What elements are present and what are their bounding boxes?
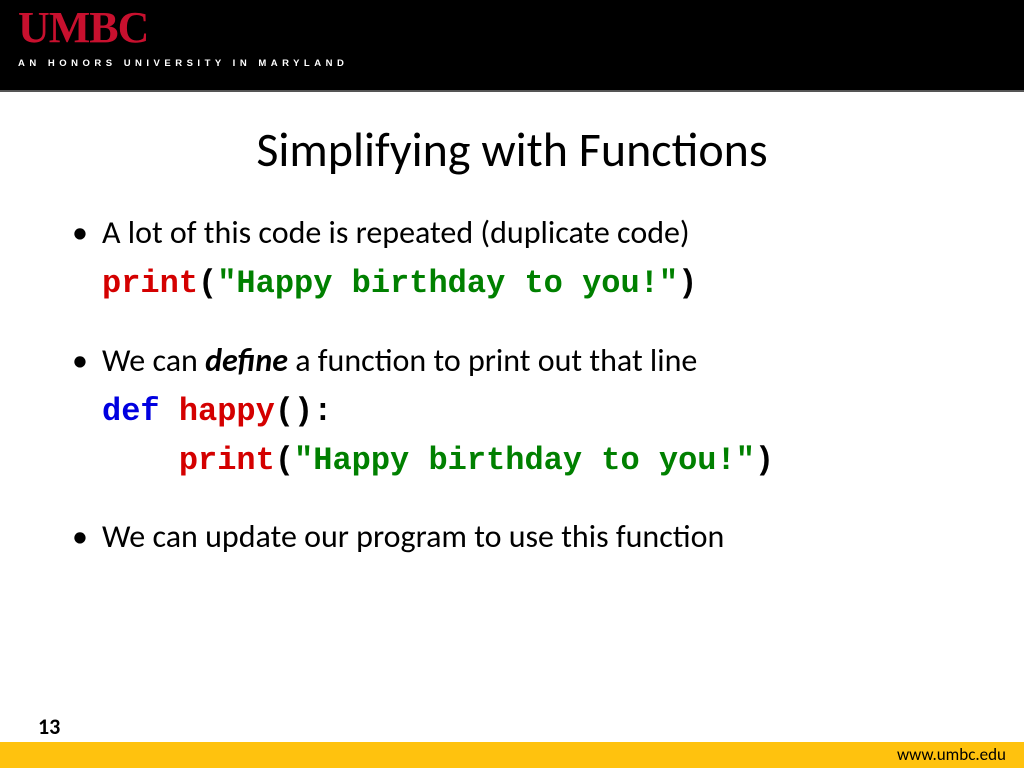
string-literal: "Happy birthday to you!" (217, 265, 678, 302)
keyword-def: def (102, 393, 160, 430)
bullet-item-3: We can update our program to use this fu… (58, 517, 966, 558)
code-line-2: def happy(): (102, 390, 966, 435)
bullet-text: a function to print out that line (288, 341, 697, 380)
bullet-item-1: A lot of this code is repeated (duplicat… (58, 213, 966, 254)
keyword-print: print (179, 442, 275, 479)
indent (102, 442, 179, 479)
logo-main: UMBC (18, 6, 348, 50)
string-literal: "Happy birthday to you!" (294, 442, 755, 479)
code-line-3: print("Happy birthday to you!") (102, 439, 966, 484)
paren-open: ( (198, 265, 217, 302)
keyword-print: print (102, 265, 198, 302)
slide-content: Simplifying with Functions A lot of this… (0, 92, 1024, 768)
function-name: happy (179, 393, 275, 430)
paren-close: ) (678, 265, 697, 302)
paren-close: ) (755, 442, 774, 479)
bullet-item-2: We can define a function to print out th… (58, 341, 966, 382)
page-number: 13 (38, 713, 60, 740)
bullet-emphasis: define (205, 341, 288, 380)
bullet-list: We can define a function to print out th… (58, 341, 966, 382)
logo-block: UMBC AN HONORS UNIVERSITY IN MARYLAND (18, 6, 348, 69)
space (160, 393, 179, 430)
fn-sig-end: (): (275, 393, 333, 430)
bullet-list: We can update our program to use this fu… (58, 517, 966, 558)
slide-title: Simplifying with Functions (58, 120, 966, 179)
bullet-list: A lot of this code is repeated (duplicat… (58, 213, 966, 254)
bullet-text: We can (102, 341, 205, 380)
header-bar: UMBC AN HONORS UNIVERSITY IN MARYLAND (0, 0, 1024, 92)
paren-open: ( (275, 442, 294, 479)
code-line-1: print("Happy birthday to you!") (102, 262, 966, 307)
slide: UMBC AN HONORS UNIVERSITY IN MARYLAND Si… (0, 0, 1024, 768)
footer-url: www.umbc.edu (897, 744, 1006, 765)
footer-bar: www.umbc.edu (0, 742, 1024, 768)
logo-tagline: AN HONORS UNIVERSITY IN MARYLAND (18, 58, 348, 69)
